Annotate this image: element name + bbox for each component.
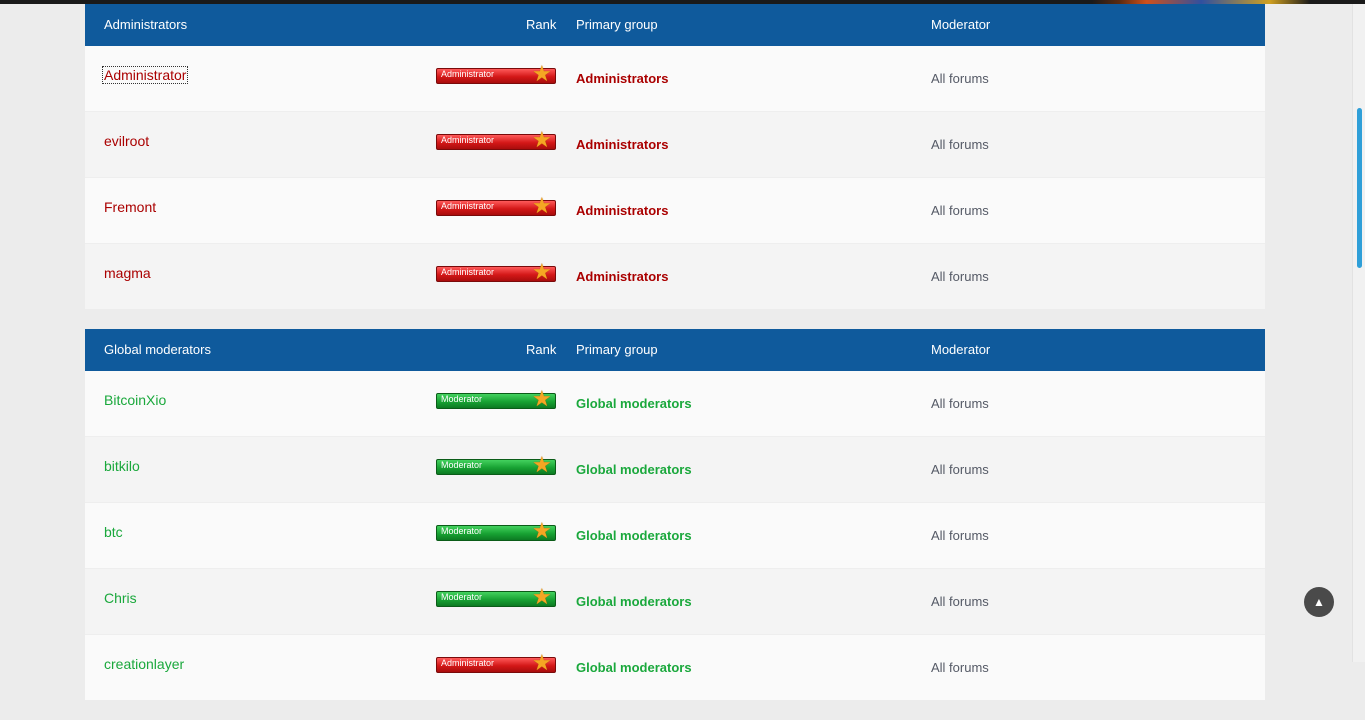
star-icon: ★ [532,193,552,218]
header-primary-group: Primary group [576,342,658,357]
username-link[interactable]: BitcoinXio [104,392,166,408]
moderator-forums: All forums [931,203,989,218]
back-to-top-button[interactable]: ▲ [1304,587,1334,617]
rank-image: Moderator ★ [436,518,556,543]
table-row: Chris Moderator ★ Global moderators All … [85,568,1265,634]
moderator-forums: All forums [931,71,989,86]
header-primary-group: Primary group [576,17,658,32]
table-row: magma Administrator ★ Administrators All… [85,243,1265,309]
team-list: Administrators Rank Primary group Modera… [85,4,1265,720]
rank-label: Moderator [441,460,483,470]
chevron-up-icon: ▲ [1313,595,1325,609]
header-moderator: Moderator [931,342,991,357]
header-moderator: Moderator [931,17,991,32]
username-link[interactable]: Fremont [104,199,156,215]
rank-image: Moderator ★ [436,584,556,609]
username-link[interactable]: magma [104,265,151,281]
rank-image: Administrator ★ [436,259,556,284]
moderator-forums: All forums [931,137,989,152]
administrators-header: Administrators Rank Primary group Modera… [85,4,1265,46]
primary-group-link[interactable]: Administrators [576,71,668,86]
star-icon: ★ [532,584,552,609]
primary-group-link[interactable]: Administrators [576,203,668,218]
rank-label: Administrator [441,267,495,277]
table-row: Administrator Administrator ★ Administra… [85,46,1265,111]
rank-label: Administrator [441,658,495,668]
primary-group-link[interactable]: Global moderators [576,462,692,477]
star-icon: ★ [532,127,552,152]
rank-label: Administrator [441,69,495,79]
table-row: btc Moderator ★ Global moderators All fo… [85,502,1265,568]
header-rank: Rank [526,17,557,32]
star-icon: ★ [532,259,552,284]
global-moderators-header: Global moderators Rank Primary group Mod… [85,329,1265,371]
table-row: BitcoinXio Moderator ★ Global moderators… [85,371,1265,436]
header-rank: Rank [526,342,557,357]
primary-group-link[interactable]: Global moderators [576,396,692,411]
rank-label: Moderator [441,526,483,536]
star-icon: ★ [532,650,552,675]
rank-image: Administrator ★ [436,193,556,218]
scrollbar-thumb[interactable] [1357,108,1362,268]
moderator-forums: All forums [931,462,989,477]
star-icon: ★ [532,61,552,86]
table-row: bitkilo Moderator ★ Global moderators Al… [85,436,1265,502]
primary-group-link[interactable]: Global moderators [576,660,692,675]
primary-group-link[interactable]: Global moderators [576,528,692,543]
rank-image: Moderator ★ [436,452,556,477]
rank-image: Moderator ★ [436,386,556,411]
administrators-panel: Administrators Rank Primary group Modera… [85,4,1265,309]
moderator-forums: All forums [931,269,989,284]
table-row: Fremont Administrator ★ Administrators A… [85,177,1265,243]
username-link[interactable]: creationlayer [104,656,184,672]
username-link[interactable]: Chris [104,590,137,606]
header-name: Global moderators [104,342,211,357]
rank-image: Administrator ★ [436,127,556,152]
moderator-forums: All forums [931,660,989,675]
rank-label: Moderator [441,592,483,602]
moderator-forums: All forums [931,396,989,411]
username-link[interactable]: Administrator [101,66,189,84]
username-link[interactable]: evilroot [104,133,149,149]
username-link[interactable]: btc [104,524,123,540]
scrollbar[interactable] [1352,4,1365,662]
primary-group-link[interactable]: Administrators [576,269,668,284]
primary-group-link[interactable]: Administrators [576,137,668,152]
table-row: evilroot Administrator ★ Administrators … [85,111,1265,177]
header-name: Administrators [104,17,188,32]
rank-image: Administrator ★ [436,650,556,675]
username-link[interactable]: bitkilo [104,458,140,474]
moderator-forums: All forums [931,594,989,609]
moderator-forums: All forums [931,528,989,543]
rank-image: Administrator ★ [436,61,556,86]
rank-label: Administrator [441,201,495,211]
rank-label: Moderator [441,394,483,404]
primary-group-link[interactable]: Global moderators [576,594,692,609]
rank-label: Administrator [441,135,495,145]
table-row: creationlayer Administrator ★ Global mod… [85,634,1265,700]
star-icon: ★ [532,518,552,543]
star-icon: ★ [532,452,552,477]
star-icon: ★ [532,386,552,411]
global-moderators-panel: Global moderators Rank Primary group Mod… [85,329,1265,700]
